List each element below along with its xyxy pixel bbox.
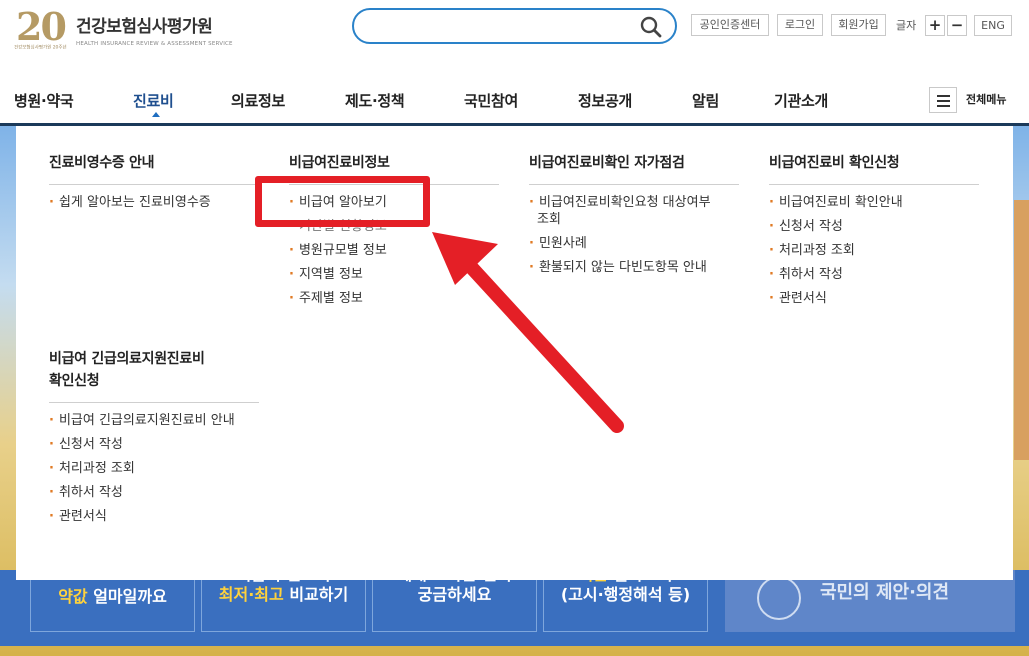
opinion-icon	[757, 576, 801, 620]
all-menu-label[interactable]: 전체메뉴	[966, 91, 1006, 107]
menu-item[interactable]: 신청서 작성	[49, 436, 123, 453]
menu-item[interactable]: 비급여진료비확인요청 대상여부	[529, 194, 711, 211]
gnb-hospital-pharmacy[interactable]: 병원·약국	[14, 90, 74, 111]
gnb-medical-fee[interactable]: 진료비	[133, 90, 174, 111]
menu-item[interactable]: 지역별 정보	[289, 266, 363, 283]
divider	[769, 184, 979, 185]
cert-center-button[interactable]: 공인인증센터	[691, 14, 769, 36]
top-header: 20 건강보험심사평가원 20주년 건강보험심사평가원 HEALTH INSUR…	[0, 0, 1029, 70]
menu-item[interactable]: 신청서 작성	[769, 218, 843, 235]
menu-item[interactable]: 민원사례	[529, 235, 587, 252]
logo-english: HEALTH INSURANCE REVIEW & ASSESSMENT SER…	[76, 41, 233, 47]
join-button[interactable]: 회원가입	[831, 14, 886, 36]
menu-item[interactable]: 관련서식	[49, 508, 107, 525]
mega-dropdown-menu: 진료비영수증 안내 쉽게 알아보는 진료비영수증 비급여진료비정보 비급여 알아…	[16, 126, 1013, 580]
banner-medical-fee-check[interactable]: 제대로 나온 진지 궁금하세요	[372, 565, 537, 632]
divider	[49, 184, 259, 185]
anniversary-mark: 20 건강보험심사평가원 20주년	[14, 4, 67, 51]
gnb-info-disclosure[interactable]: 정보공개	[578, 90, 632, 111]
hamburger-icon	[937, 95, 950, 97]
menu-item[interactable]: 취하서 작성	[49, 484, 123, 501]
menu-item[interactable]: 환불되지 않는 다빈도항목 안내	[529, 259, 707, 276]
menu-item[interactable]: 처리과정 조회	[49, 460, 135, 477]
banner-drug-price[interactable]: 약값 얼마일까요	[30, 572, 195, 632]
hero-photo-edge	[1014, 200, 1029, 460]
col-title-apply[interactable]: 비급여진료비 확인신청	[769, 152, 900, 174]
banner-criteria[interactable]: 기준 알아보기 (고시·행정해석 등)	[543, 565, 708, 632]
search-icon[interactable]	[639, 15, 663, 39]
font-decrease-button[interactable]: −	[947, 15, 967, 36]
search-box	[352, 8, 677, 44]
col-title-receipt[interactable]: 진료비영수증 안내	[49, 152, 155, 174]
col-title-self-check[interactable]: 비급여진료비확인 자가점검	[529, 152, 685, 174]
login-button[interactable]: 로그인	[777, 14, 823, 36]
highlight-box	[255, 176, 430, 227]
font-size-label: 글자	[896, 19, 917, 32]
gnb-medical-info[interactable]: 의료정보	[231, 90, 285, 111]
search-input[interactable]	[368, 16, 628, 36]
menu-item[interactable]: 처리과정 조회	[769, 242, 855, 259]
menu-item[interactable]: 관련서식	[769, 290, 827, 307]
menu-item[interactable]: 쉽게 알아보는 진료비영수증	[49, 194, 211, 211]
menu-item[interactable]: 주제별 정보	[289, 290, 363, 307]
hira-logo[interactable]: 20 건강보험심사평가원 20주년 건강보험심사평가원 HEALTH INSUR…	[14, 4, 234, 52]
font-increase-button[interactable]: +	[925, 15, 945, 36]
all-menu-button[interactable]	[929, 87, 957, 113]
active-menu-indicator	[152, 112, 160, 117]
english-button[interactable]: ENG	[974, 15, 1012, 36]
divider	[529, 184, 739, 185]
menu-item[interactable]: 비급여진료비 확인안내	[769, 194, 903, 211]
menu-item[interactable]: 취하서 작성	[769, 266, 843, 283]
gnb-participation[interactable]: 국민참여	[464, 90, 518, 111]
col-title-nonbenefit-info[interactable]: 비급여진료비정보	[289, 152, 390, 174]
banner-nonbenefit-compare[interactable]: 비급여 진료비 최저·최고 비교하기	[201, 565, 366, 632]
col-title-emergency[interactable]: 비급여 긴급의료지원진료비 확인신청	[49, 348, 205, 392]
main-navigation: 병원·약국 진료비 의료정보 제도·정책 국민참여 정보공개 알림 기관소개 전…	[0, 70, 1029, 126]
gnb-about[interactable]: 기관소개	[774, 90, 828, 111]
gnb-policy[interactable]: 제도·정책	[345, 90, 405, 111]
menu-item-continuation[interactable]: 조회	[537, 211, 561, 228]
gnb-notice[interactable]: 알림	[692, 90, 719, 111]
divider	[49, 402, 259, 403]
menu-item[interactable]: 병원규모별 정보	[289, 242, 387, 259]
logo-name: 건강보험심사평가원	[76, 17, 213, 37]
menu-item[interactable]: 비급여 긴급의료지원진료비 안내	[49, 412, 235, 429]
